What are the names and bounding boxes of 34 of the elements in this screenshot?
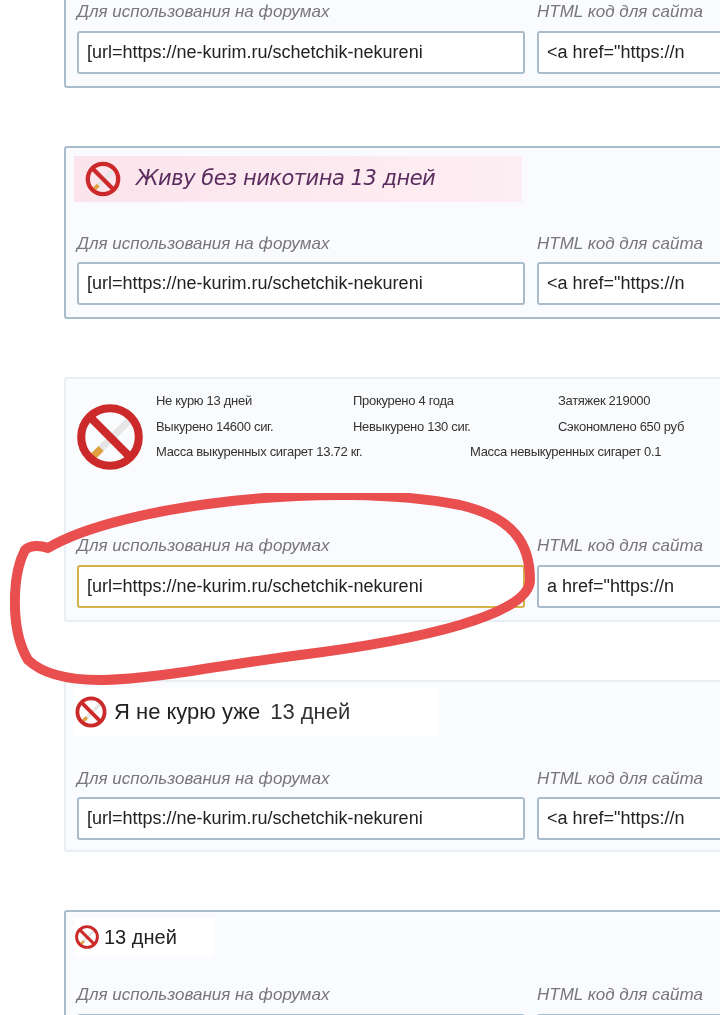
field-label: Для использования на форумах bbox=[77, 767, 331, 790]
code-field[interactable]: [url=https://ne-kurim.ru/schetchik-nekureni bbox=[77, 262, 525, 305]
field-label: HTML код для сайта bbox=[537, 1, 704, 23]
banner-text: Я не курю уже bbox=[114, 698, 261, 726]
no-smoking-icon bbox=[84, 159, 122, 198]
field-label: Для использования на форумах bbox=[77, 1, 331, 23]
code-field[interactable]: [url=https://ne-kurim.ru/schetchik-nekureni bbox=[77, 564, 525, 608]
field-label: Для использования на форумах bbox=[77, 984, 331, 1006]
stat-text: Масса выкуренных сигарет 13.72 кг. bbox=[156, 443, 364, 461]
banner-text: Живу без никотина 13 дней bbox=[136, 164, 436, 192]
stat-text: Сэкономлено 650 руб bbox=[558, 417, 686, 436]
stat-text: Не курю 13 дней bbox=[156, 392, 253, 410]
code-field[interactable]: <a href="https://n bbox=[537, 797, 720, 840]
no-smoking-icon bbox=[74, 401, 146, 473]
banner-text: 13 дней bbox=[104, 925, 177, 950]
code-field[interactable]: [url=https://ne-kurim.ru/schetchik-nekureni bbox=[77, 797, 525, 840]
field-label: HTML код для сайта bbox=[537, 984, 704, 1006]
field-label: HTML код для сайта bbox=[537, 767, 704, 790]
field-label: HTML код для сайта bbox=[537, 535, 704, 557]
stat-text: Невыкурено 130 сиг. bbox=[353, 417, 472, 436]
no-smoking-icon bbox=[74, 694, 108, 729]
field-label: Для использования на форумах bbox=[77, 535, 331, 557]
stat-text: Прокурено 4 года bbox=[353, 392, 455, 410]
stat-text: Масса невыкуренных сигарет 0.1 bbox=[470, 443, 662, 461]
code-field[interactable]: a href="https://n bbox=[537, 564, 720, 608]
code-field[interactable]: [url=https://ne-kurim.ru/schetchik-nekureni bbox=[77, 30, 525, 74]
code-field[interactable]: <a href="https://n bbox=[537, 30, 720, 74]
no-smoking-icon bbox=[74, 924, 100, 950]
stat-text: Затяжек 219000 bbox=[558, 392, 652, 410]
field-label: Для использования на форумах bbox=[77, 232, 331, 255]
code-field[interactable]: <a href="https://n bbox=[537, 262, 720, 305]
day-count: 13 дней bbox=[270, 698, 351, 726]
field-label: HTML код для сайта bbox=[537, 232, 704, 255]
stat-text: Выкурено 14600 сиг. bbox=[156, 417, 275, 436]
